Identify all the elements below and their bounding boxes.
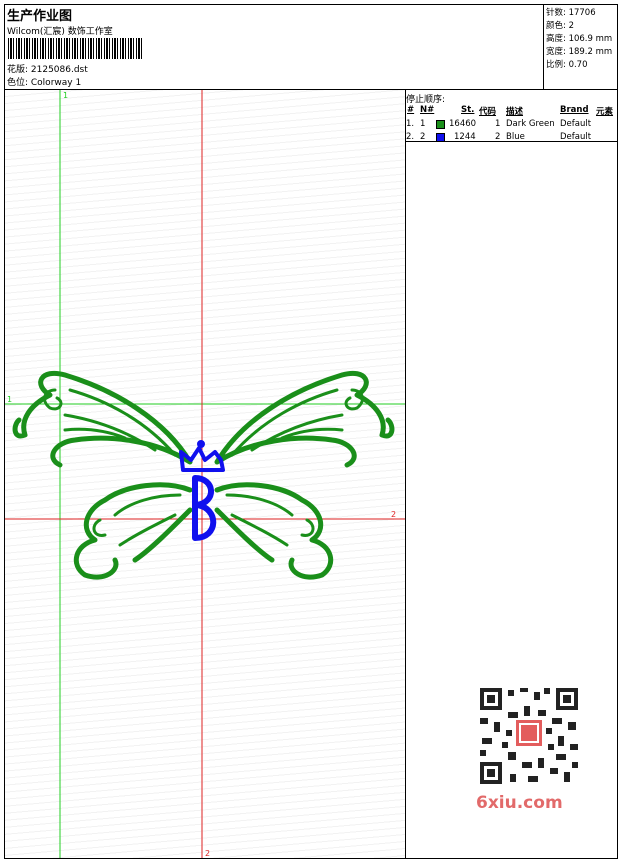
row-stitches: 16460: [449, 119, 477, 129]
barcode: [8, 38, 144, 59]
design-height: 高度: 106.9 mm: [546, 34, 613, 44]
row-index: 1.: [406, 119, 415, 129]
colorway-label: 色位: Colorway 1: [7, 78, 82, 88]
col-header-code: 代码: [479, 107, 497, 117]
design-canvas: 1 1 2 2: [5, 90, 405, 858]
table-divider: [406, 141, 617, 142]
monogram-letter-b: [192, 475, 217, 541]
design-stats: 针数: 17706 颜色: 2 高度: 106.9 mm 宽度: 189.2 m…: [543, 5, 618, 89]
table-row: 1. 1 16460 1 Dark Green Default: [406, 119, 617, 131]
guide-label-green-h: 1: [7, 395, 12, 404]
col-header-index: #: [407, 105, 415, 115]
header-info: 生产作业图 Wilcom(汇宸) 数饰工作室 花版: 2125086.dst 色…: [5, 5, 543, 89]
row-needle: 1: [420, 119, 426, 129]
col-header-needle: N#: [420, 105, 435, 115]
stop-sequence-title: 停止顺序:: [406, 95, 446, 105]
page-title: 生产作业图: [7, 9, 73, 24]
design-scale: 比例: 0.70: [546, 60, 588, 70]
design-width: 宽度: 189.2 mm: [546, 47, 613, 57]
qr-code-icon: [472, 682, 586, 792]
production-worksheet: 生产作业图 Wilcom(汇宸) 数饰工作室 花版: 2125086.dst 色…: [4, 4, 618, 859]
table-row: 2. 2 1244 2 Blue Default: [406, 132, 617, 144]
row-description: Dark Green: [506, 119, 555, 129]
guide-label-red-h: 2: [391, 510, 396, 519]
company-name: Wilcom(汇宸) 数饰工作室: [7, 27, 113, 37]
watermark: 6xiu.com: [476, 793, 563, 813]
row-brand: Default: [560, 119, 592, 129]
col-header-stitches: St.: [461, 105, 475, 115]
guide-label-green-v: 1: [63, 91, 68, 100]
col-header-brand: Brand: [560, 105, 589, 115]
col-header-element: 元素: [596, 107, 614, 117]
guide-label-red-v: 2: [205, 849, 210, 858]
header: 生产作业图 Wilcom(汇宸) 数饰工作室 花版: 2125086.dst 色…: [5, 5, 617, 90]
stitch-count: 针数: 17706: [546, 8, 596, 18]
right-upper-wing: [214, 371, 395, 468]
design-preview: 1 1 2 2: [5, 90, 406, 858]
crown-jewel: [197, 440, 205, 448]
left-lower-wing-inner: [92, 493, 182, 547]
color-swatch: [436, 120, 445, 129]
color-count: 颜色: 2: [546, 21, 574, 31]
col-header-description: 描述: [506, 107, 524, 117]
color-sequence-panel: 停止顺序: # N# St. 代码 描述 Brand 元素 1. 1 16460…: [406, 90, 617, 858]
design-file-name: 花版: 2125086.dst: [7, 65, 88, 75]
row-code: 1: [495, 119, 501, 129]
right-lower-wing-inner: [225, 493, 315, 547]
left-upper-wing: [12, 371, 193, 468]
